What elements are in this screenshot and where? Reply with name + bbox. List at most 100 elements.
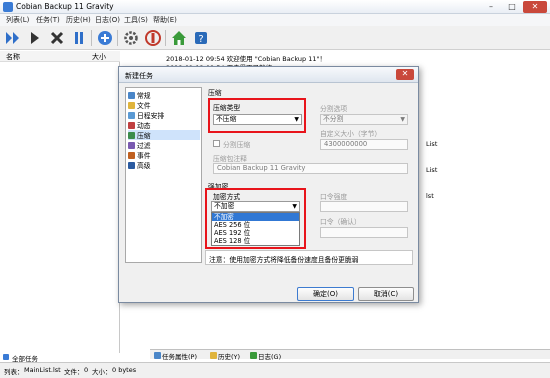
files-icon [128,101,135,109]
split-options-value: 不分割 [323,115,344,123]
dialog-title-bar: 新建任务 ✕ [119,67,418,83]
nav-item-schedule[interactable]: 日程安排 [128,110,200,120]
split-compress-checkbox[interactable] [213,140,220,147]
tab-log[interactable]: 日志(G) [250,351,282,361]
tab-label: 日志(G) [258,352,282,361]
deactivate-icon[interactable] [144,29,162,47]
dynamics-icon [128,121,135,129]
task-list-header: 名称 大小 [0,51,120,62]
cancel-button[interactable]: 取消(C) [358,287,414,301]
password-confirm-input[interactable] [320,227,408,238]
password-input[interactable] [320,201,408,212]
status-bar: 列表： MainList.lst 文件： 0 大小： 0 bytes [0,362,550,378]
close-button[interactable]: ✕ [523,1,547,13]
general-icon [128,91,135,99]
nav-label: 过滤 [137,142,151,150]
toolbar-separator [91,30,92,46]
encryption-option[interactable]: 不加密 [212,213,299,221]
settings-icon[interactable] [122,29,140,47]
toolbar-separator [165,30,166,46]
title-bar: Cobian Backup 11 Gravity – □ ✕ [0,0,550,14]
tab-history[interactable]: 历史(Y) [210,351,241,361]
pause-icon[interactable] [70,29,88,47]
nav-label: 文件 [137,102,151,110]
minimize-button[interactable]: – [481,1,501,13]
nav-label: 事件 [137,152,151,160]
history-icon [210,352,217,359]
compression-type-dropdown[interactable]: 不压缩 ▼ [213,114,302,125]
nav-item-general[interactable]: 常规 [128,90,200,100]
chevron-down-icon: ▼ [292,203,297,210]
toolbar-separator [117,30,118,46]
tab-label: 历史(Y) [218,352,241,361]
status-list-label: 列表： [4,368,24,376]
window-title: Cobian Backup 11 Gravity [16,2,114,11]
home-icon[interactable] [170,29,188,47]
compression-type-label: 压缩类型 [213,104,241,112]
note-text: 注意：使用加密方式将降低备份速度且备份更脆弱 [209,256,359,264]
stop-icon[interactable] [48,29,66,47]
ok-button[interactable]: 确定(O) [297,287,354,301]
add-task-icon[interactable] [96,29,114,47]
menu-task[interactable]: 任务(T) [36,15,60,25]
menu-log[interactable]: 日志(O) [95,15,120,25]
log-fragment: List [426,166,438,174]
menu-bar: 列表(L) 任务(T) 历史(H) 日志(O) 工具(S) 帮助(E) [0,14,550,26]
encryption-method-label: 加密方式 [213,193,241,201]
run-all-icon[interactable] [4,29,22,47]
nav-item-advanced[interactable]: 高级 [128,160,200,170]
column-name[interactable]: 名称 [6,52,20,62]
log-fragment: List [426,140,438,148]
password-label: 口令强度 [320,193,348,201]
nav-item-filter[interactable]: 过滤 [128,140,200,150]
encryption-option[interactable]: AES 128 位 [212,237,299,245]
menu-list[interactable]: 列表(L) [6,15,29,25]
properties-icon [154,352,161,359]
nav-item-events[interactable]: 事件 [128,150,200,160]
menu-tools[interactable]: 工具(S) [124,15,148,25]
compression-type-value: 不压缩 [216,115,237,123]
encryption-method-dropdown[interactable]: 不加密 ▼ [211,201,300,212]
menu-help[interactable]: 帮助(E) [153,15,177,25]
nav-label: 高级 [137,162,151,170]
help-icon[interactable]: ? [192,29,210,47]
bottom-tab-bar: 任务属性(P) 历史(Y) 日志(G) [150,349,550,361]
compress-comment-input[interactable]: Cobian Backup 11 Gravity [213,163,408,174]
encryption-option[interactable]: AES 256 位 [212,221,299,229]
compression-group-label: 压缩 [208,89,222,97]
column-size[interactable]: 大小 [92,52,106,62]
nav-label: 压缩 [137,132,151,140]
list-icon [3,354,9,360]
dialog-close-button[interactable]: ✕ [396,69,414,80]
task-list-pane[interactable]: 名称 大小 [0,51,120,353]
custom-size-label: 自定义大小（字节） [320,130,382,138]
chevron-down-icon: ▼ [294,116,299,123]
app-icon [3,2,13,12]
new-task-dialog: 新建任务 ✕ 常规 文件 日程安排 动态 压缩 过滤 事件 高级 压缩 压缩类型… [118,66,419,303]
nav-item-dynamics[interactable]: 动态 [128,120,200,130]
chevron-down-icon: ▼ [400,116,405,123]
split-options-dropdown[interactable]: 不分割 ▼ [320,114,408,125]
schedule-icon [128,111,135,119]
tab-label: 任务属性(P) [162,352,197,361]
nav-label: 常规 [137,92,151,100]
status-size-label: 大小： [92,368,112,376]
encryption-option[interactable]: AES 192 位 [212,229,299,237]
maximize-button[interactable]: □ [502,1,522,13]
menu-history[interactable]: 历史(H) [66,15,91,25]
dialog-nav-list: 常规 文件 日程安排 动态 压缩 过滤 事件 高级 [125,87,202,263]
tab-task-properties[interactable]: 任务属性(P) [154,351,197,361]
nav-item-compression[interactable]: 压缩 [128,130,200,140]
status-files-label: 文件： [64,368,84,376]
nav-item-files[interactable]: 文件 [128,100,200,110]
run-icon[interactable] [26,29,44,47]
custom-size-input[interactable]: 4300000000 [320,139,408,150]
split-compress-label: 分割压缩 [223,141,251,149]
svg-text:?: ? [198,34,203,45]
log-fragment: lst [426,192,434,200]
toolbar: ? [0,26,550,50]
all-tasks-item[interactable]: 全部任务 [0,353,120,363]
nav-label: 日程安排 [137,112,165,120]
compression-icon [128,131,135,139]
advanced-icon [128,161,135,169]
